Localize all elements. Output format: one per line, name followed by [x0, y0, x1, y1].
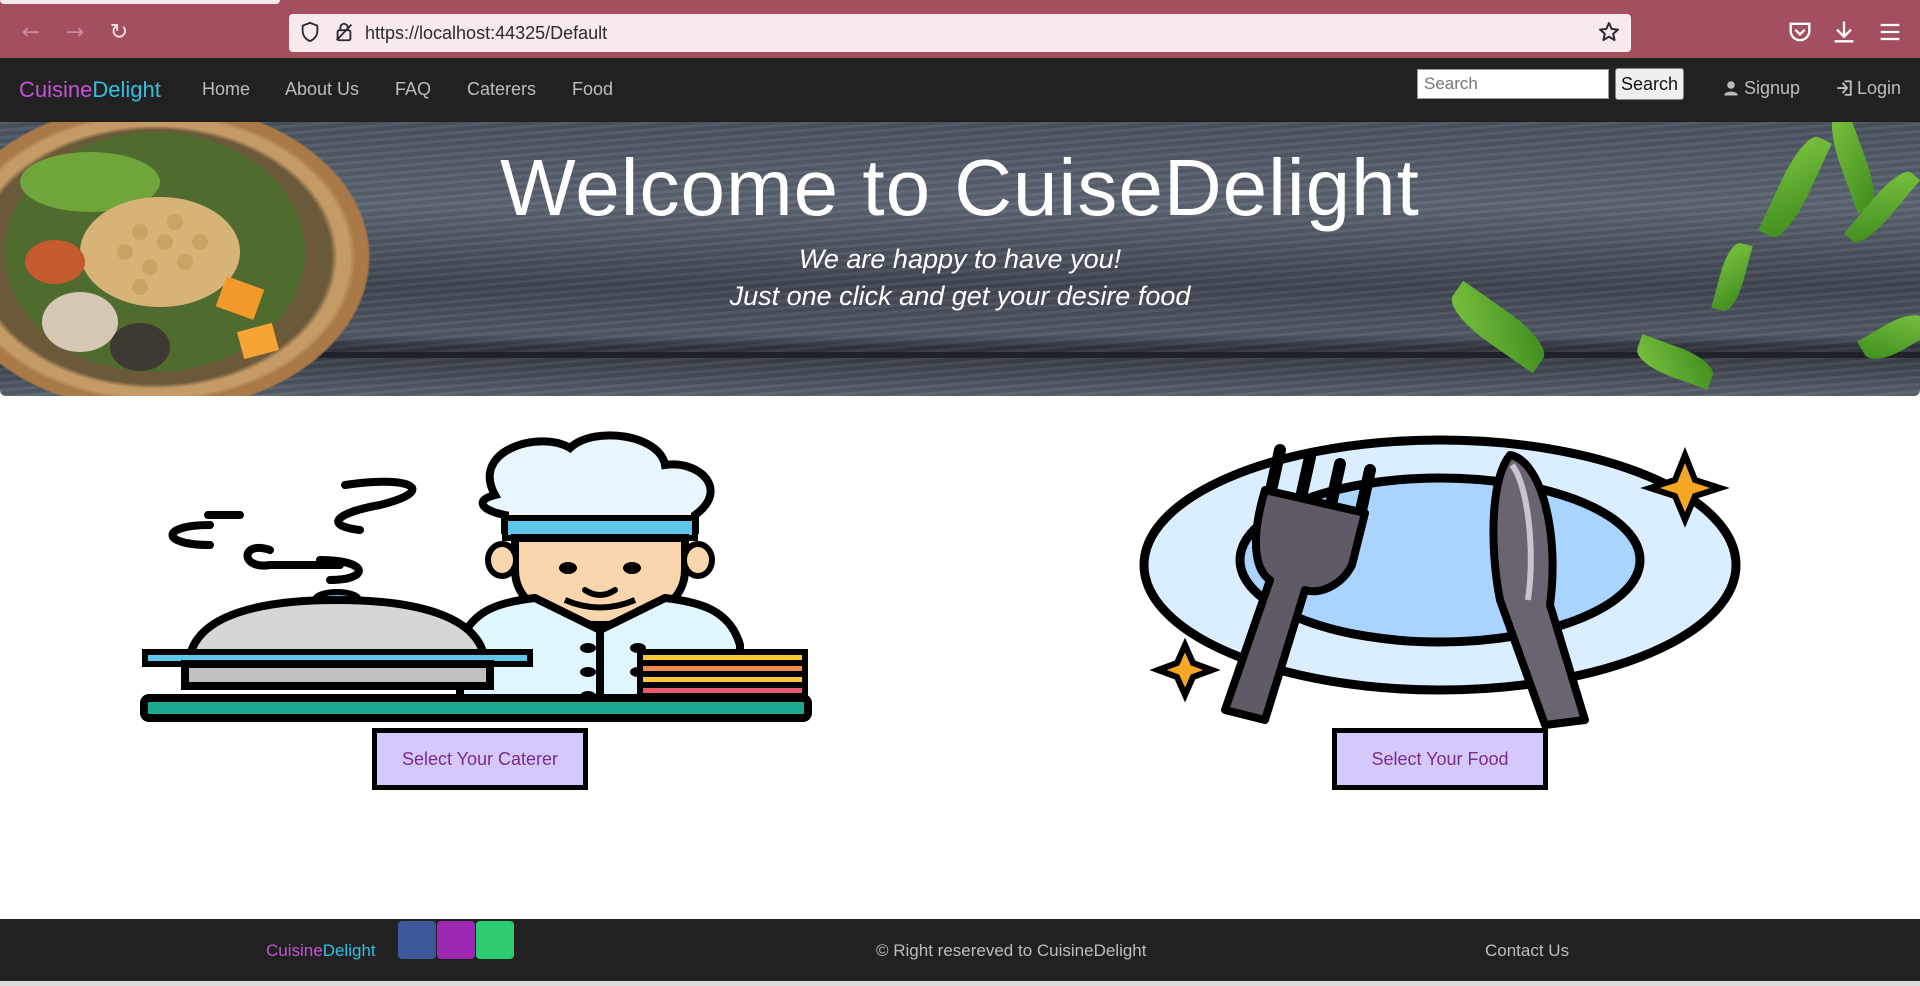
footer-brand[interactable]: CuisineDelight — [266, 941, 376, 961]
login-label: Login — [1857, 78, 1902, 98]
nav-food[interactable]: Food — [572, 79, 613, 100]
lock-icon[interactable] — [333, 21, 355, 43]
bookmark-star-icon[interactable] — [1597, 20, 1621, 44]
shield-icon[interactable] — [299, 21, 321, 43]
nav-faq[interactable]: FAQ — [395, 79, 431, 100]
login-link[interactable]: Login — [1835, 78, 1901, 99]
hero-subtitle-line1: We are happy to have you! — [798, 244, 1122, 274]
hero-title: Welcome to CuiseDelight — [500, 143, 1420, 232]
select-caterer-button[interactable]: Select Your Caterer — [372, 728, 588, 790]
brand-logo[interactable]: CuisineDelight — [19, 77, 161, 103]
footer-brand-part-1: Cuisine — [266, 941, 323, 960]
site-navbar: CuisineDelight Home About Us FAQ Caterer… — [0, 58, 1920, 122]
whatsapp-icon[interactable] — [476, 921, 514, 959]
signup-link[interactable]: Signup — [1722, 78, 1800, 99]
footer-brand-part-2: Delight — [322, 941, 376, 960]
signup-label: Signup — [1744, 78, 1801, 98]
brand-part-1: Cuisine — [19, 77, 93, 102]
reload-icon[interactable]: ↻ — [104, 18, 134, 48]
plate-illustration — [1139, 435, 1741, 729]
nav-home[interactable]: Home — [202, 79, 250, 100]
pocket-icon[interactable] — [1786, 18, 1814, 46]
browser-toolbar: ← → ↻ https://localhost:44325/Default — [0, 0, 1920, 58]
brand-part-2: Delight — [92, 77, 161, 102]
address-bar[interactable]: https://localhost:44325/Default — [289, 14, 1631, 52]
back-icon[interactable]: ← — [16, 18, 46, 48]
search-button[interactable]: Search — [1615, 68, 1684, 100]
page-bottom-edge — [0, 981, 1920, 986]
user-icon — [1724, 81, 1738, 96]
instagram-icon[interactable] — [437, 921, 475, 959]
facebook-icon[interactable] — [398, 921, 436, 959]
chef-illustration — [140, 431, 812, 722]
download-icon[interactable] — [1830, 18, 1858, 46]
active-tab-indicator — [0, 0, 280, 4]
footer: CuisineDelight © Right resereved to Cuis… — [0, 919, 1920, 981]
select-food-button[interactable]: Select Your Food — [1332, 728, 1548, 790]
copyright-text: © Right resereved to CuisineDelight — [876, 941, 1147, 960]
login-icon — [1837, 80, 1852, 96]
contact-us-link[interactable]: Contact Us — [1485, 941, 1569, 961]
menu-icon[interactable] — [1876, 18, 1904, 46]
url-text[interactable]: https://localhost:44325/Default — [365, 23, 607, 44]
forward-icon[interactable]: → — [60, 18, 90, 48]
hero-banner: Welcome to CuiseDelight We are happy to … — [0, 122, 1920, 396]
nav-about-us[interactable]: About Us — [285, 79, 359, 100]
nav-caterers[interactable]: Caterers — [467, 79, 536, 100]
hero-subtitle-line2: Just one click and get your desire food — [729, 281, 1191, 311]
search-input[interactable] — [1417, 69, 1609, 99]
